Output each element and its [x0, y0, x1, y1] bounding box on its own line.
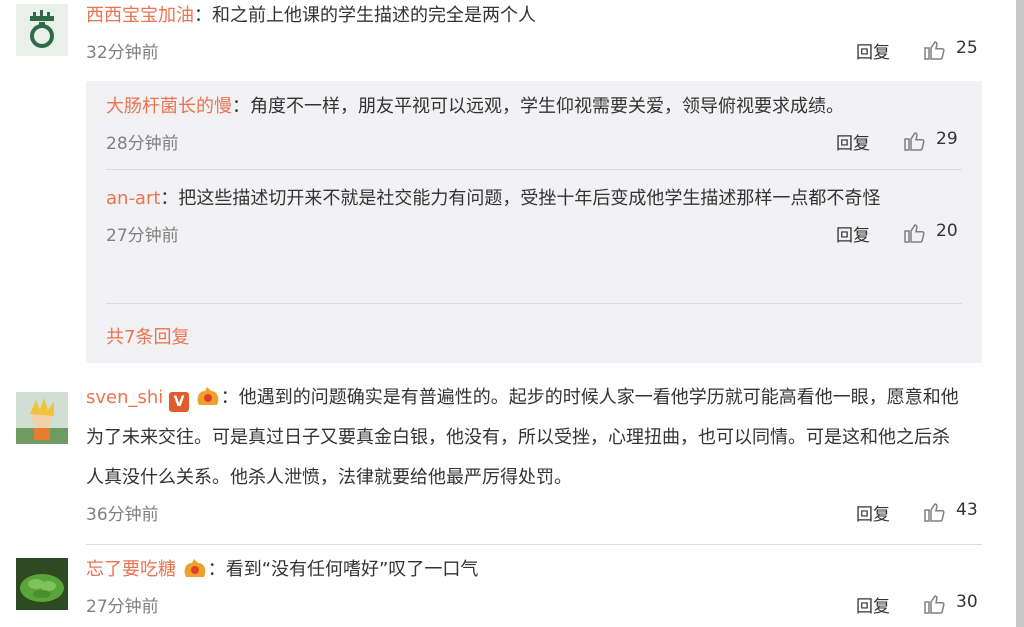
- separator: ：: [220, 387, 239, 408]
- fan-badge-icon[interactable]: [195, 385, 221, 407]
- timestamp: 27分钟前: [86, 597, 159, 617]
- like-count: 30: [956, 592, 978, 612]
- like-button[interactable]: 20: [902, 219, 962, 249]
- username-link[interactable]: 大肠杆菌长的慢: [106, 96, 232, 117]
- comment-meta: 27分钟前 回复 30: [86, 590, 982, 624]
- comment-item: sven_shi V ：他遇到的问题确实是有普遍性的。起步的时候人家一看他学历就…: [16, 378, 996, 538]
- reply-button[interactable]: 回复: [836, 221, 870, 246]
- timestamp: 28分钟前: [106, 134, 179, 154]
- separator: ：: [160, 188, 179, 209]
- username-link[interactable]: sven_shi: [86, 387, 163, 408]
- comment-text: 西西宝宝加油：和之前上他课的学生描述的完全是两个人: [86, 0, 982, 36]
- divider: [106, 169, 962, 170]
- separator: ：: [207, 559, 226, 580]
- reply-content: 把这些描述切开来不就是社交能力有问题，受挫十年后变成他学生描述那样一点都不奇怪: [178, 188, 881, 209]
- separator: ：: [232, 96, 250, 117]
- verified-badge-icon[interactable]: V: [169, 392, 190, 412]
- avatar[interactable]: [16, 4, 68, 56]
- comment-text: 忘了要吃糖 ：看到“没有任何嗜好”叹了一口气: [86, 550, 982, 590]
- comment-content: 看到“没有任何嗜好”叹了一口气: [225, 559, 479, 580]
- reply-item: 大肠杆菌长的慢：角度不一样，朋友平视可以远观，学生仰视需要关爱，领导俯视要求成绩…: [106, 87, 962, 161]
- comment-meta: 36分钟前 回复 43: [86, 498, 982, 532]
- thumbs-up-icon: [904, 224, 925, 243]
- more-replies-link[interactable]: 共7条回复: [106, 323, 189, 349]
- reply-button[interactable]: 回复: [856, 38, 890, 63]
- reply-button[interactable]: 回复: [856, 500, 890, 525]
- reply-list: 大肠杆菌长的慢：角度不一样，朋友平视可以远观，学生仰视需要关爱，领导俯视要求成绩…: [86, 81, 982, 363]
- comment-meta: 32分钟前 回复 25: [86, 36, 982, 70]
- like-button[interactable]: 29: [902, 127, 962, 157]
- thumbs-up-icon: [924, 503, 945, 522]
- like-button[interactable]: 43: [922, 498, 982, 528]
- avatar[interactable]: [16, 558, 68, 610]
- reply-text: 大肠杆菌长的慢：角度不一样，朋友平视可以远观，学生仰视需要关爱，领导俯视要求成绩…: [106, 87, 962, 127]
- timestamp: 32分钟前: [86, 43, 159, 63]
- separator: ：: [194, 5, 212, 26]
- divider: [86, 544, 982, 545]
- comment-text: sven_shi V ：他遇到的问题确实是有普遍性的。起步的时候人家一看他学历就…: [86, 378, 982, 498]
- scrollbar-edge[interactable]: [1016, 0, 1024, 627]
- fan-badge-icon[interactable]: [182, 557, 208, 579]
- divider: [106, 303, 962, 304]
- timestamp: 36分钟前: [86, 505, 159, 525]
- reply-button[interactable]: 回复: [856, 592, 890, 617]
- reply-meta: 28分钟前 回复 29: [106, 127, 962, 161]
- thumbs-up-icon: [924, 41, 945, 60]
- username-link[interactable]: 西西宝宝加油: [86, 5, 194, 26]
- comment-item: 忘了要吃糖 ：看到“没有任何嗜好”叹了一口气 27分钟前 回复 30: [16, 548, 996, 627]
- like-count: 29: [936, 129, 958, 149]
- like-count: 25: [956, 38, 978, 58]
- like-count: 43: [956, 500, 978, 520]
- reply-text: an-art：把这些描述切开来不就是社交能力有问题，受挫十年后变成他学生描述那样…: [106, 179, 962, 219]
- like-button[interactable]: 30: [922, 590, 982, 620]
- reply-meta: 27分钟前 回复 20: [106, 219, 962, 253]
- thumbs-up-icon: [924, 595, 945, 614]
- avatar[interactable]: [16, 392, 68, 444]
- comment-content: 和之前上他课的学生描述的完全是两个人: [212, 5, 536, 26]
- reply-item: an-art：把这些描述切开来不就是社交能力有问题，受挫十年后变成他学生描述那样…: [106, 179, 962, 253]
- timestamp: 27分钟前: [106, 226, 179, 246]
- like-count: 20: [936, 221, 958, 241]
- reply-button[interactable]: 回复: [836, 129, 870, 154]
- thumbs-up-icon: [904, 132, 925, 151]
- like-button[interactable]: 25: [922, 36, 982, 66]
- username-link[interactable]: 忘了要吃糖: [86, 559, 176, 580]
- username-link[interactable]: an-art: [106, 188, 160, 209]
- reply-content: 角度不一样，朋友平视可以远观，学生仰视需要关爱，领导俯视要求成绩。: [250, 96, 844, 117]
